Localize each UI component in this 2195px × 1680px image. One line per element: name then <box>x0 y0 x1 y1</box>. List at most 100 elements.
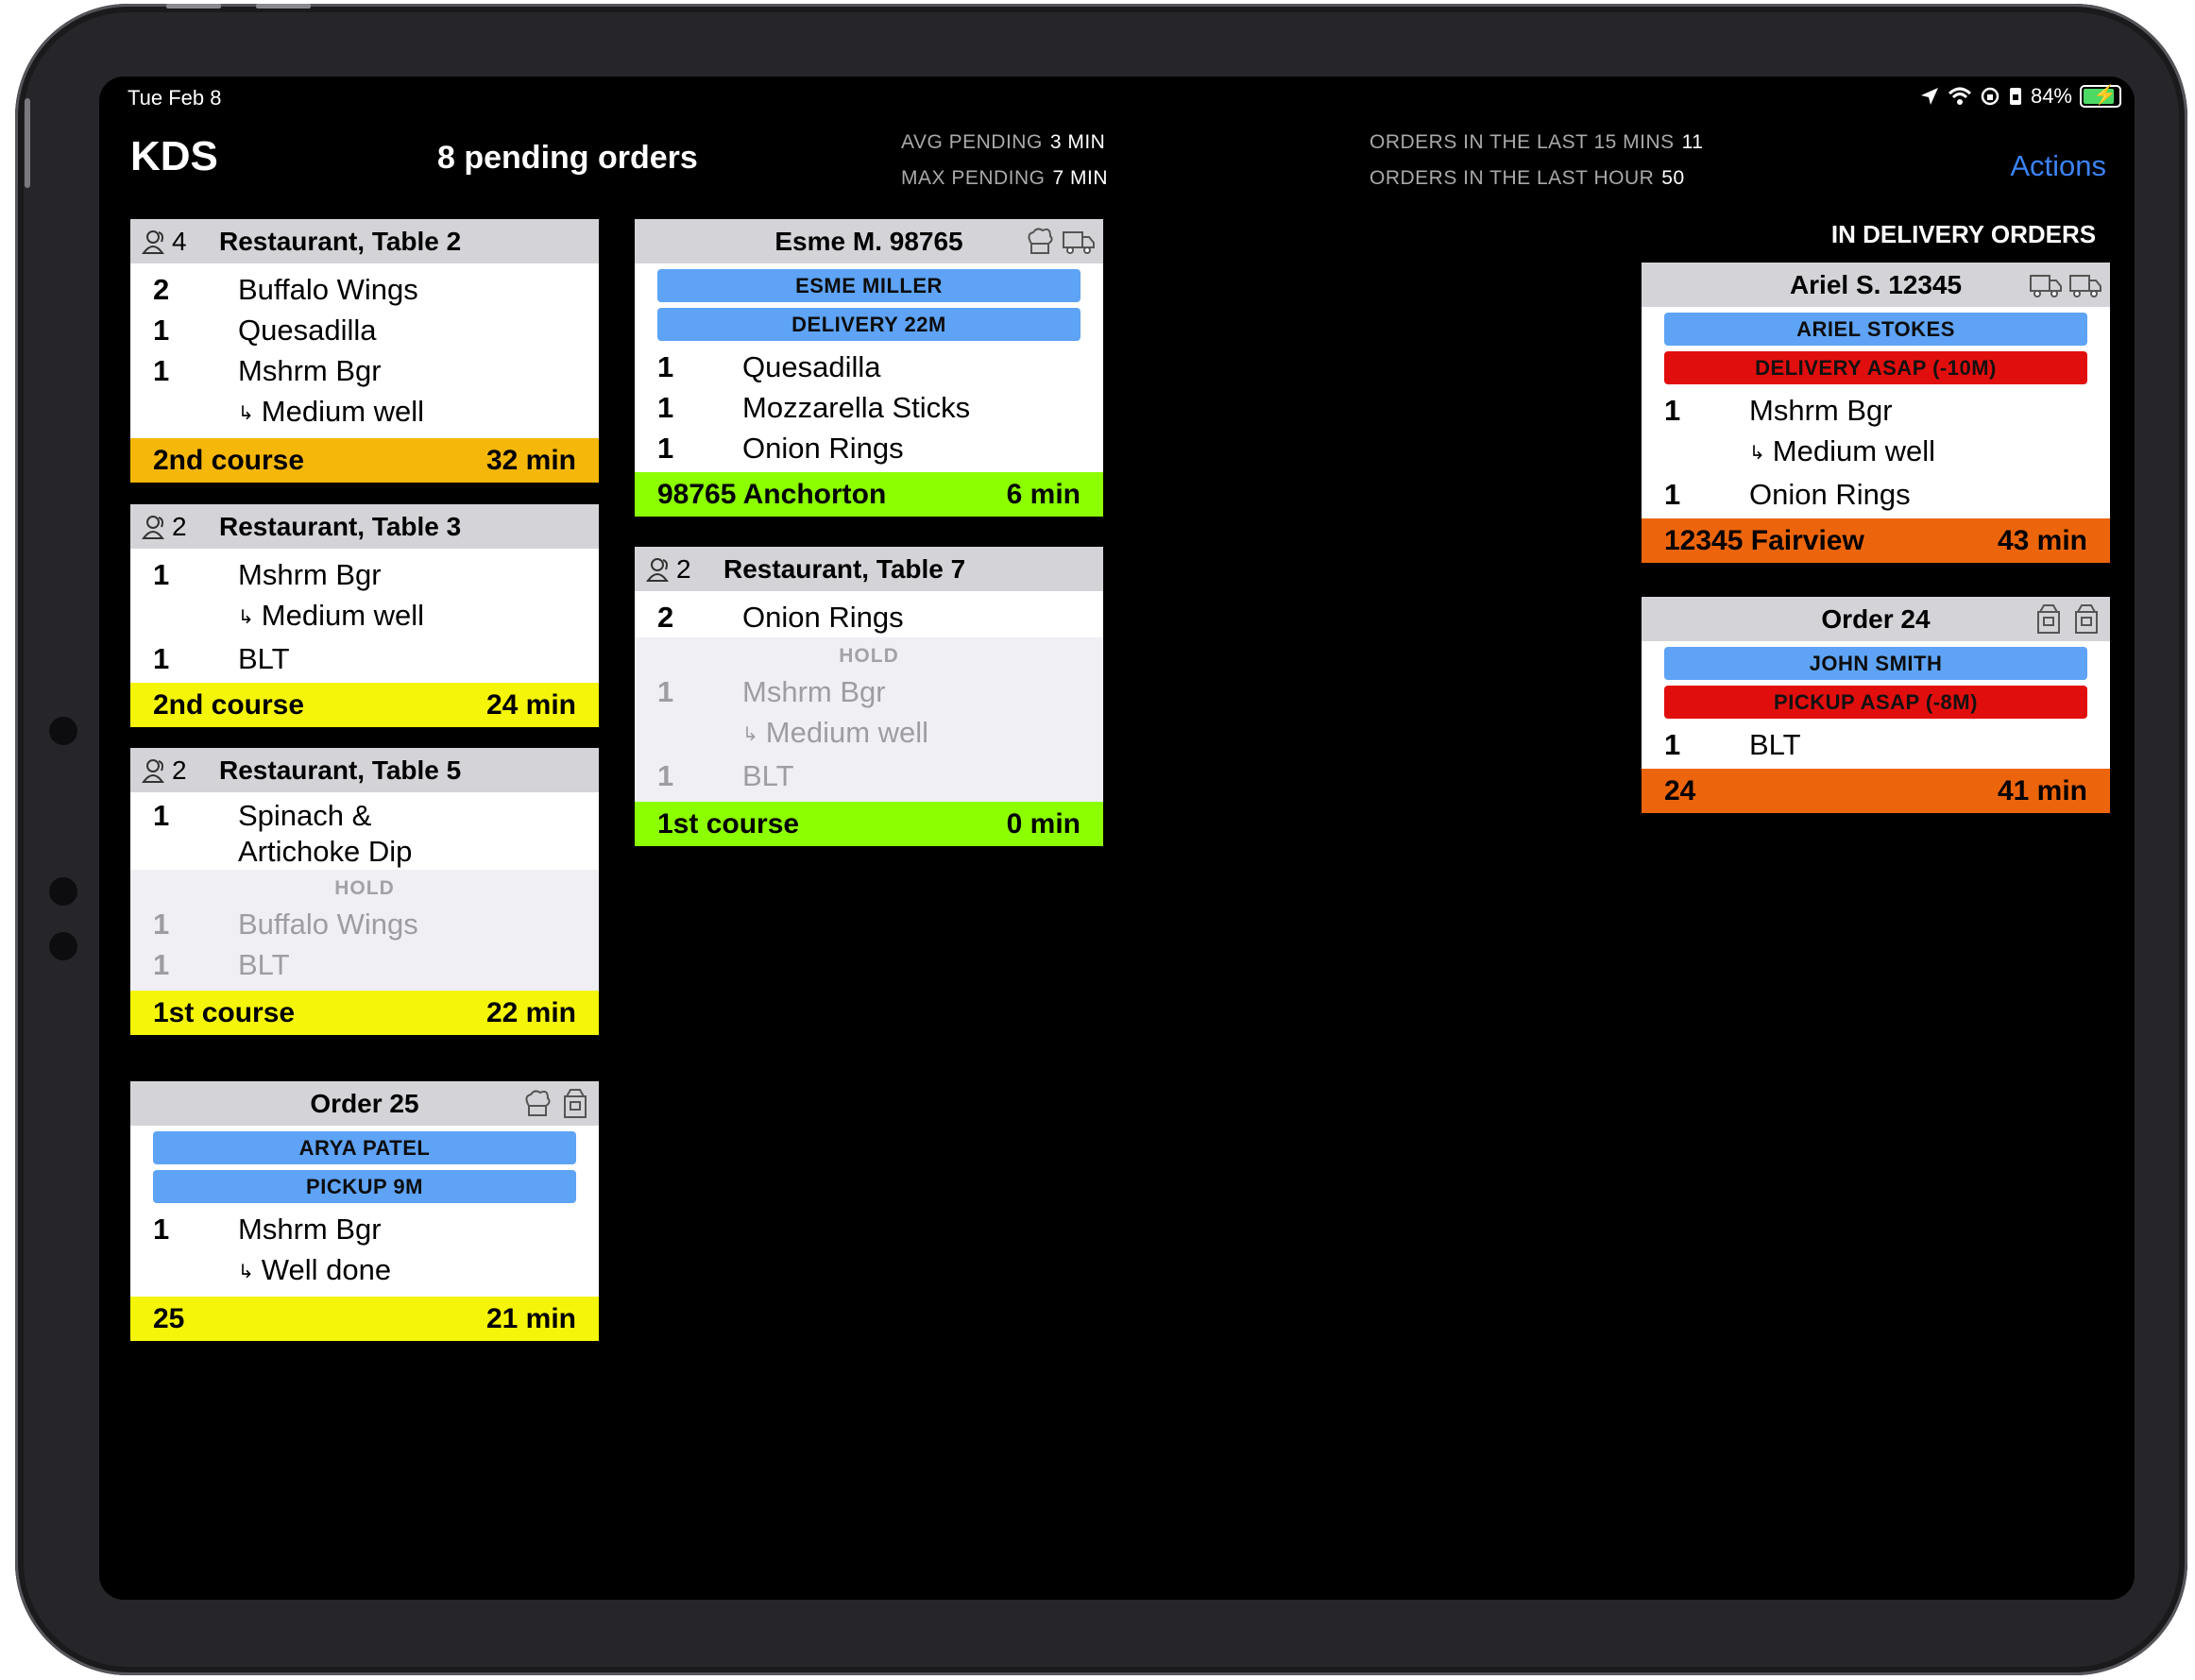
ticket-items: 1Mshrm Bgr Well done <box>130 1203 599 1297</box>
line-item: 1 Onion Rings <box>1664 478 1911 511</box>
ticket-header: Order 25 <box>130 1081 599 1126</box>
customer-name-badge: ARIEL STOKES <box>1664 313 2087 346</box>
chef-hat-icon <box>1024 225 1056 257</box>
line-item: 1 Spinach & <box>153 799 372 832</box>
ticket-header: 4 Restaurant, Table 2 <box>130 219 599 263</box>
ticket-footer: 24 41 min <box>1642 769 2110 813</box>
line-item: 2 Onion Rings <box>657 601 904 634</box>
actions-button[interactable]: Actions <box>2010 149 2106 183</box>
held-line-item: 1 BLT <box>153 948 290 981</box>
app-title: KDS <box>130 133 218 179</box>
in-delivery-heading: IN DELIVERY ORDERS <box>1830 220 2097 248</box>
guests-icon <box>142 229 164 254</box>
delivery-ticket-ariel[interactable]: Ariel S. 12345 ARIEL STOKES DELIVERY ASA… <box>1642 263 2110 563</box>
delivery-ticket-order-24[interactable]: Order 24 JOHN SMITH PICKUP ASAP (-8M) 1B… <box>1642 597 2110 813</box>
line-item: 1 Mshrm Bgr <box>153 558 382 591</box>
order-ticket-table-5[interactable]: 2 Restaurant, Table 5 1 Spinach & Articho… <box>130 748 599 1035</box>
line-item: 1 Mozzarella Sticks <box>657 391 971 424</box>
ticket-header: 2 Restaurant, Table 5 <box>130 748 599 792</box>
line-item-continued: Artichoke Dip <box>238 835 413 868</box>
line-item: 1 Onion Rings <box>657 432 904 465</box>
customer-name-badge: ARYA PATEL <box>153 1131 576 1164</box>
ticket-footer: 25 21 min <box>130 1297 599 1341</box>
customer-name-badge: JOHN SMITH <box>1664 647 2087 680</box>
customer-name-badge: ESME MILLER <box>657 269 1080 302</box>
line-item: 1 Mshrm Bgr <box>1664 394 1893 427</box>
ticket-header: 2 Restaurant, Table 3 <box>130 504 599 549</box>
pending-orders-count: 8 pending orders <box>437 140 698 176</box>
guest-count: 2 <box>142 755 219 786</box>
ticket-footer: 98765 Anchorton 6 min <box>635 472 1103 517</box>
ticket-icons <box>1024 225 1096 257</box>
rotation-lock-icon <box>1981 87 1999 106</box>
order-ticket-order-25[interactable]: Order 25 ARYA PATEL PICKUP 9M 1 Mshrm Bgr… <box>130 1081 599 1341</box>
order-ticket-table-2[interactable]: 4 Restaurant, Table 2 2 Buffalo Wings 1 Qu… <box>130 219 599 483</box>
ticket-header: 2 Restaurant, Table 7 <box>635 547 1103 591</box>
ticket-title: Restaurant, Table 7 <box>723 553 966 584</box>
ticket-header: Esme M. 98765 <box>635 219 1103 263</box>
ticket-items: 1 BLT <box>1642 719 2110 769</box>
order-ticket-table-3[interactable]: 2 Restaurant, Table 3 1Mshrm Bgr Medium … <box>130 504 599 727</box>
ticket-items: 2 Onion Rings <box>635 591 1103 637</box>
ticket-items: 1Mshrm Bgr Medium well 1BLT <box>130 549 599 683</box>
ticket-icons <box>521 1087 591 1119</box>
status-icons: 84% ⚡ <box>1919 84 2121 109</box>
side-sensor <box>49 717 77 745</box>
location-icon <box>1920 88 1938 105</box>
side-sensor <box>49 877 77 906</box>
item-modifier: Well done <box>130 1249 599 1293</box>
item-modifier: Medium well <box>130 391 599 434</box>
held-item-modifier: Medium well <box>635 712 1103 755</box>
held-line-item: 1 Mshrm Bgr <box>657 675 886 708</box>
avg-pending-stat: AVG PENDING 3 MIN <box>901 131 1106 153</box>
order-ticket-esme[interactable]: Esme M. 98765 ESME MILLER DELIVERY 22M 1… <box>635 219 1103 517</box>
orders-last-hour-stat: ORDERS IN THE LAST HOUR 50 <box>1370 167 1685 189</box>
takeout-bag-icon <box>559 1087 591 1119</box>
side-sensor <box>49 932 77 960</box>
portrait-lock-icon <box>2009 88 2021 105</box>
held-items: HOLD 1 Buffalo Wings 1 BLT <box>130 870 599 991</box>
delivery-truck-icon <box>2029 268 2063 300</box>
line-item: 1 BLT <box>1664 728 1801 761</box>
guest-count: 2 <box>142 512 219 542</box>
line-item: 1 Quesadilla <box>657 350 881 383</box>
battery-icon: ⚡ <box>2080 85 2121 108</box>
held-line-item: 1 Buffalo Wings <box>153 908 418 941</box>
timing-badge-overdue: DELIVERY ASAP (-10M) <box>1664 351 2087 384</box>
line-item: 1 Mshrm Bgr <box>153 1213 382 1246</box>
volume-button-top <box>166 4 221 8</box>
ticket-title: Restaurant, Table 2 <box>219 226 462 256</box>
guests-icon <box>646 557 669 582</box>
battery-percent: 84% <box>2030 84 2072 108</box>
hold-label: HOLD <box>839 645 899 667</box>
ticket-items: 1Mshrm Bgr Medium well 1Onion Rings <box>1642 384 2110 518</box>
side-button <box>25 98 30 188</box>
ticket-icons <box>2033 602 2102 635</box>
takeout-bag-icon <box>2070 602 2102 635</box>
power-button-top <box>256 4 311 8</box>
delivery-truck-icon <box>2068 268 2102 300</box>
ticket-title: Restaurant, Table 5 <box>219 755 462 785</box>
order-ticket-table-7[interactable]: 2 Restaurant, Table 7 2 Onion Rings HOLD … <box>635 547 1103 846</box>
wifi-icon <box>1948 87 1971 105</box>
ticket-icons <box>2029 268 2102 300</box>
held-items: HOLD 1Mshrm Bgr Medium well 1BLT <box>635 637 1103 802</box>
chef-hat-icon <box>521 1087 553 1119</box>
ticket-footer: 1st course 22 min <box>130 991 599 1035</box>
guest-count: 4 <box>142 227 219 257</box>
line-item: 1 BLT <box>153 642 290 675</box>
timing-badge-overdue: PICKUP ASAP (-8M) <box>1664 686 2087 719</box>
line-item: 2 Buffalo Wings <box>153 273 418 306</box>
ticket-title: Restaurant, Table 3 <box>219 511 462 541</box>
ticket-footer: 2nd course 24 min <box>130 683 599 727</box>
guests-icon <box>142 758 164 783</box>
ticket-header: Order 24 <box>1642 597 2110 641</box>
item-modifier: Medium well <box>1642 431 2110 474</box>
ticket-footer: 1st course 0 min <box>635 802 1103 846</box>
orders-last-15-stat: ORDERS IN THE LAST 15 MINS 11 <box>1370 131 1704 153</box>
takeout-bag-icon <box>2033 602 2065 635</box>
ipad-frame: Tue Feb 8 84% ⚡ KDS 8 pending orders AVG… <box>15 4 2187 1675</box>
hold-label: HOLD <box>334 877 395 899</box>
guest-count: 2 <box>646 554 723 585</box>
timing-badge: PICKUP 9M <box>153 1170 576 1203</box>
